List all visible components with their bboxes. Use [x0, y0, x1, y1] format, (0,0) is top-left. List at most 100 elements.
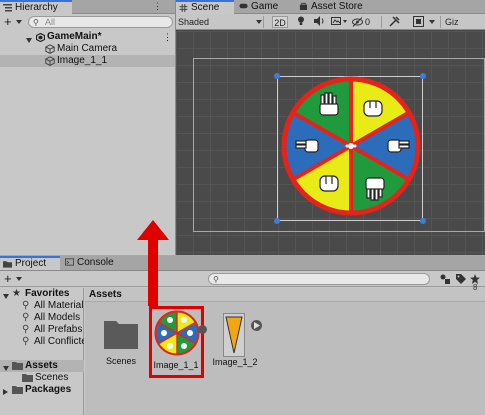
- favorite-label: All Materials: [34, 300, 84, 311]
- hierarchy-item-label: Image_1_1: [57, 55, 108, 66]
- gameobject-cube-icon: [45, 44, 55, 54]
- project-search-input[interactable]: ⚲: [208, 273, 430, 285]
- gizmos-dropdown[interactable]: Giz: [440, 16, 484, 28]
- add-icon[interactable]: +: [4, 271, 12, 287]
- tab-project[interactable]: Project: [0, 256, 60, 270]
- tree-item-favorites[interactable]: ★ Favorites: [0, 288, 84, 300]
- search-icon: ⚲: [213, 275, 219, 284]
- hierarchy-search-input[interactable]: ⚲ All: [28, 16, 173, 28]
- assets-label: Assets: [25, 360, 58, 371]
- asset-image-1-2[interactable]: Image_1_2: [205, 308, 265, 378]
- resize-handle[interactable]: [420, 218, 426, 224]
- chevron-down-icon: [256, 20, 262, 24]
- label-tag-icon[interactable]: [456, 274, 466, 287]
- project-panel: Project Console + ⚲ ★ Favorites ⚲ All Ma…: [0, 256, 485, 415]
- hierarchy-item-image-1-1[interactable]: Image_1_1: [0, 55, 175, 67]
- layers-icon: [412, 16, 424, 27]
- unity-scene-icon: [36, 33, 45, 42]
- toolbar-divider: [381, 16, 382, 28]
- tab-asset-store-label: Asset Store: [311, 1, 363, 12]
- tab-project-label: Project: [15, 258, 47, 269]
- gamepad-icon: [239, 3, 248, 9]
- gameobject-cube-icon: [45, 56, 55, 66]
- favorite-label: All Prefabs: [34, 324, 83, 335]
- rps-wheel-sprite[interactable]: [280, 75, 422, 217]
- tree-item-packages[interactable]: Packages: [0, 384, 84, 396]
- scene-toolbar: Shaded 2D 0 Giz: [176, 14, 485, 30]
- expand-triangle-icon: [3, 387, 8, 396]
- tree-item-all-conflicted[interactable]: ⚲ All Conflicted: [0, 336, 84, 348]
- packages-label: Packages: [25, 384, 72, 395]
- layers-dropdown[interactable]: [408, 16, 428, 28]
- tree-item-all-models[interactable]: ⚲ All Models: [0, 312, 84, 324]
- audio-icon[interactable]: [313, 16, 325, 28]
- gizmos-label: Giz: [445, 17, 459, 27]
- tab-game[interactable]: Game: [236, 0, 296, 14]
- hidden-objects-toggle[interactable]: 0: [352, 16, 376, 28]
- search-by-type-icon[interactable]: [440, 274, 451, 287]
- tools-icon[interactable]: [387, 16, 401, 28]
- hierarchy-item-label: GameMain*: [47, 31, 102, 42]
- folder-icon: [12, 362, 23, 370]
- hierarchy-item-label: Main Camera: [57, 43, 118, 54]
- hierarchy-item-gamemain[interactable]: GameMain* ⋮: [0, 31, 175, 43]
- favorite-label: All Conflicted: [34, 336, 84, 347]
- pointer-thumbnail: [223, 313, 245, 357]
- scene-panel: Scene Game Asset Store Shaded 2D 0 Giz: [176, 0, 485, 255]
- more-options-icon[interactable]: ⋮: [153, 1, 162, 12]
- hierarchy-tabbar: Hierarchy ⋮: [0, 0, 175, 14]
- search-icon: ⚲: [22, 324, 30, 335]
- add-icon[interactable]: +: [4, 14, 12, 30]
- wheel-thumbnail: [154, 310, 200, 356]
- hierarchy-item-main-camera[interactable]: Main Camera: [0, 43, 175, 55]
- collapse-triangle-icon: [3, 363, 9, 372]
- hierarchy-toolbar: + ⚲ All: [0, 14, 175, 30]
- chevron-down-icon[interactable]: [16, 277, 22, 281]
- project-badge-count: 8: [473, 283, 478, 292]
- search-icon: ⚲: [22, 336, 30, 347]
- tree-item-all-materials[interactable]: ⚲ All Materials: [0, 300, 84, 312]
- project-tree: ★ Favorites ⚲ All Materials ⚲ All Models…: [0, 288, 84, 415]
- assets-browser: Assets Scenes Image_1_1 Image_1_2: [85, 288, 485, 415]
- tree-item-scenes[interactable]: Scenes: [0, 372, 84, 384]
- tab-console-label: Console: [77, 257, 114, 268]
- tab-hierarchy-label: Hierarchy: [15, 2, 58, 13]
- eye-slash-icon: [352, 17, 363, 27]
- project-tabbar: Project Console: [0, 256, 485, 271]
- tab-console[interactable]: Console: [62, 256, 122, 270]
- expand-sprite-button[interactable]: [251, 320, 262, 331]
- scene-viewport[interactable]: [176, 31, 485, 255]
- tab-hierarchy[interactable]: Hierarchy: [0, 0, 72, 14]
- shopping-bag-icon: [299, 2, 308, 10]
- asset-label: Image_1_2: [212, 357, 258, 367]
- console-icon: [65, 258, 74, 266]
- folder-icon: [3, 261, 12, 268]
- resize-handle[interactable]: [274, 218, 280, 224]
- tab-game-label: Game: [251, 1, 279, 12]
- chevron-down-icon[interactable]: [429, 20, 435, 24]
- search-icon: ⚲: [22, 312, 30, 323]
- tab-asset-store[interactable]: Asset Store: [296, 0, 370, 14]
- more-options-icon[interactable]: ⋮: [163, 31, 172, 43]
- tree-item-all-prefabs[interactable]: ⚲ All Prefabs: [0, 324, 84, 336]
- favorites-label: Favorites: [25, 288, 70, 299]
- effects-icon[interactable]: [331, 16, 347, 28]
- 2d-toggle[interactable]: 2D: [272, 16, 288, 28]
- search-icon: ⚲: [22, 300, 30, 311]
- project-toolbar: + ⚲: [0, 271, 485, 287]
- chevron-down-icon[interactable]: [16, 20, 22, 24]
- asset-image-1-1[interactable]: Image_1_1: [149, 306, 207, 378]
- tree-item-assets[interactable]: Assets: [0, 360, 84, 372]
- asset-label: Image_1_1: [153, 360, 199, 370]
- shading-mode-dropdown[interactable]: Shaded: [178, 16, 264, 28]
- lightbulb-icon[interactable]: [296, 16, 306, 28]
- hierarchy-panel: Hierarchy ⋮ + ⚲ All GameMain* ⋮ Main Cam…: [0, 0, 176, 255]
- 2d-toggle-label: 2D: [274, 18, 286, 28]
- folder-icon: [22, 374, 33, 382]
- tab-scene[interactable]: Scene: [176, 0, 234, 14]
- asset-label: Scenes: [105, 356, 137, 366]
- asset-scenes-folder[interactable]: Scenes: [91, 308, 151, 378]
- list-icon: [3, 4, 12, 12]
- folder-icon: [104, 321, 138, 349]
- tab-scene-label: Scene: [191, 2, 220, 13]
